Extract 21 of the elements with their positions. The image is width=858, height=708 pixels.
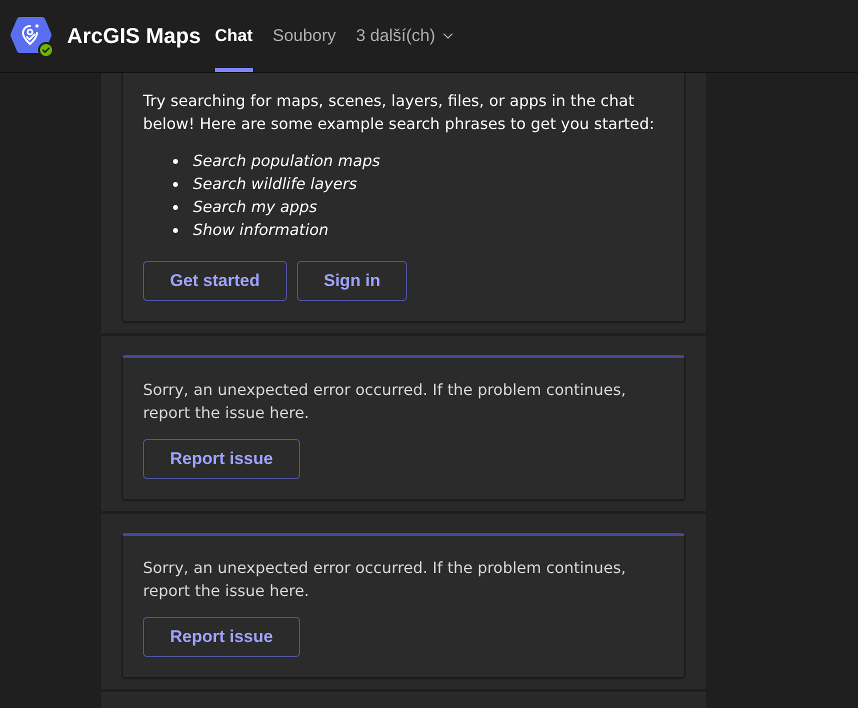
app-title: ArcGIS Maps xyxy=(67,24,201,48)
example-phrase: Search population maps xyxy=(193,152,380,170)
chevron-down-icon xyxy=(443,33,454,39)
bullet-icon xyxy=(173,204,178,210)
example-phrase: Search wildlife layers xyxy=(193,175,357,193)
message-text: Try searching for maps, scenes, layers, files, or apps in the chat below! Here are some example search phrases to get you started: xyxy=(143,90,656,134)
tab[interactable]: 3 další(ch) xyxy=(356,0,454,72)
bullet-icon xyxy=(173,158,178,164)
app-logo-icon xyxy=(10,16,52,54)
action-button[interactable]: Report issue xyxy=(143,439,300,479)
action-button[interactable]: Get started xyxy=(143,261,287,301)
bullet-icon xyxy=(173,182,178,186)
bullet-icon xyxy=(173,228,178,232)
action-button[interactable]: Report issue xyxy=(143,617,300,657)
check-badge-icon xyxy=(38,42,54,58)
tab[interactable]: Soubory xyxy=(272,0,336,72)
example-phrase: Search my apps xyxy=(193,198,318,216)
example-phrase: Show information xyxy=(193,221,329,239)
action-button[interactable]: Sign in xyxy=(296,261,408,301)
message-text: Sorry, an unexpected error occurred. If the problem continues, report the issue here. xyxy=(143,558,627,602)
message-text: Sorry, an unexpected error occurred. If the problem continues, report the issue here. xyxy=(143,380,627,424)
